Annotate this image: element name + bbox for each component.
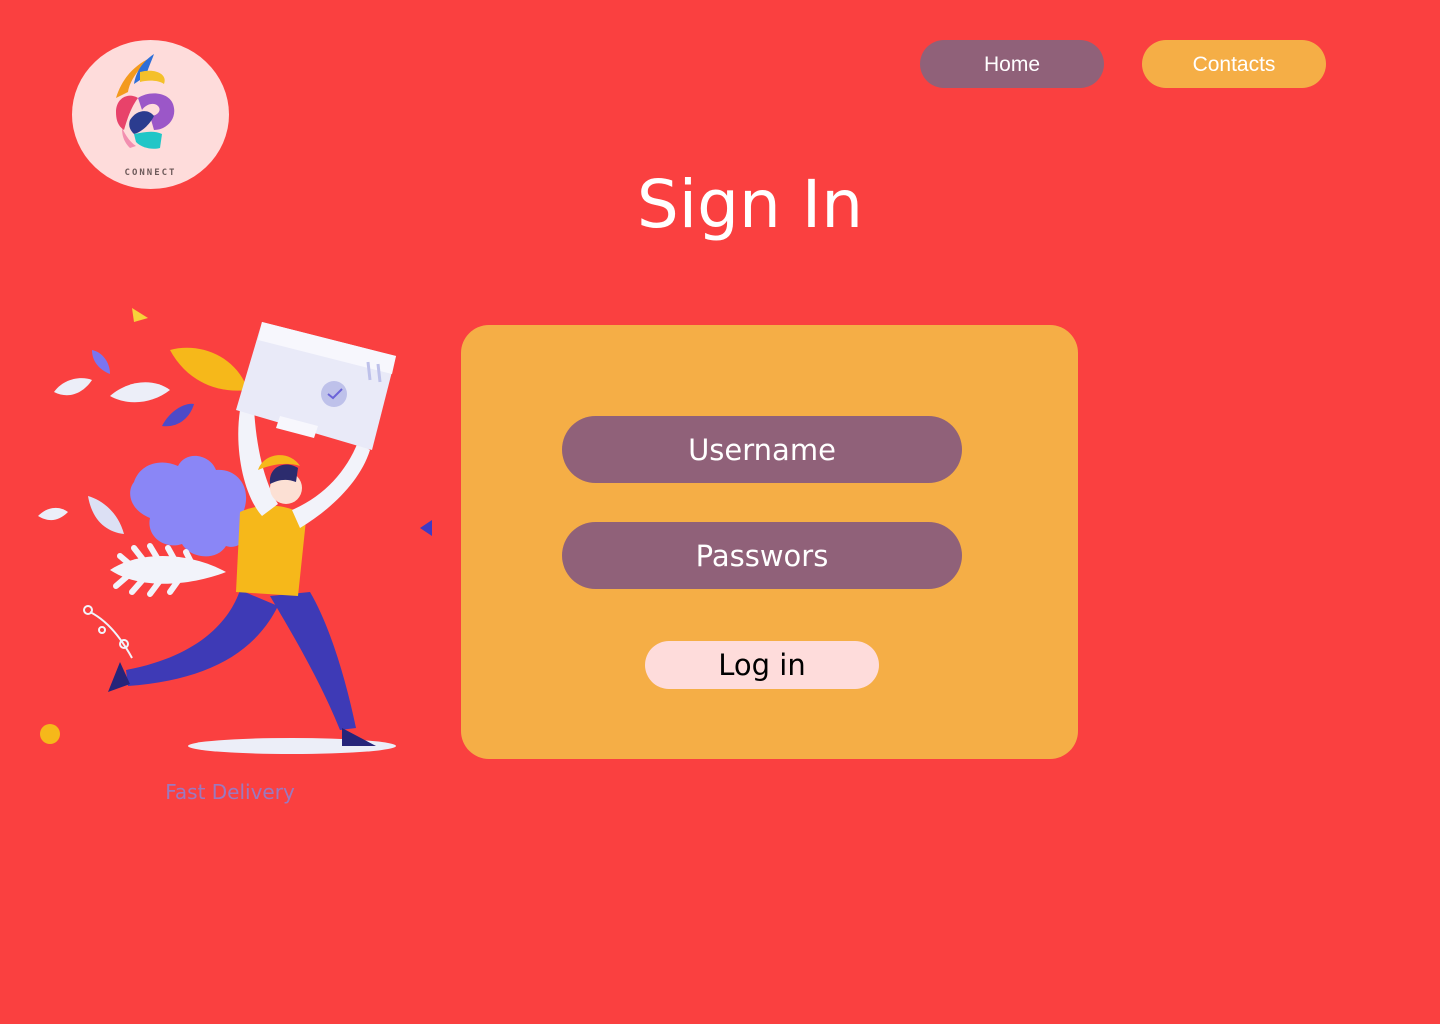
contacts-nav-button[interactable]: Contacts <box>1142 40 1326 88</box>
username-field[interactable] <box>562 416 962 483</box>
sign-in-card: Log in <box>461 325 1078 759</box>
home-nav-button[interactable]: Home <box>920 40 1104 88</box>
brand-logo-icon <box>116 54 175 149</box>
password-field[interactable] <box>562 522 962 589</box>
illustration-caption: Fast Delivery <box>165 780 295 804</box>
log-in-button[interactable]: Log in <box>645 641 879 689</box>
delivery-illustration <box>38 308 432 754</box>
page-title: Sign In <box>636 166 864 243</box>
brand-logo[interactable]: CONNECT <box>72 40 229 189</box>
brand-wordmark: CONNECT <box>124 168 177 178</box>
